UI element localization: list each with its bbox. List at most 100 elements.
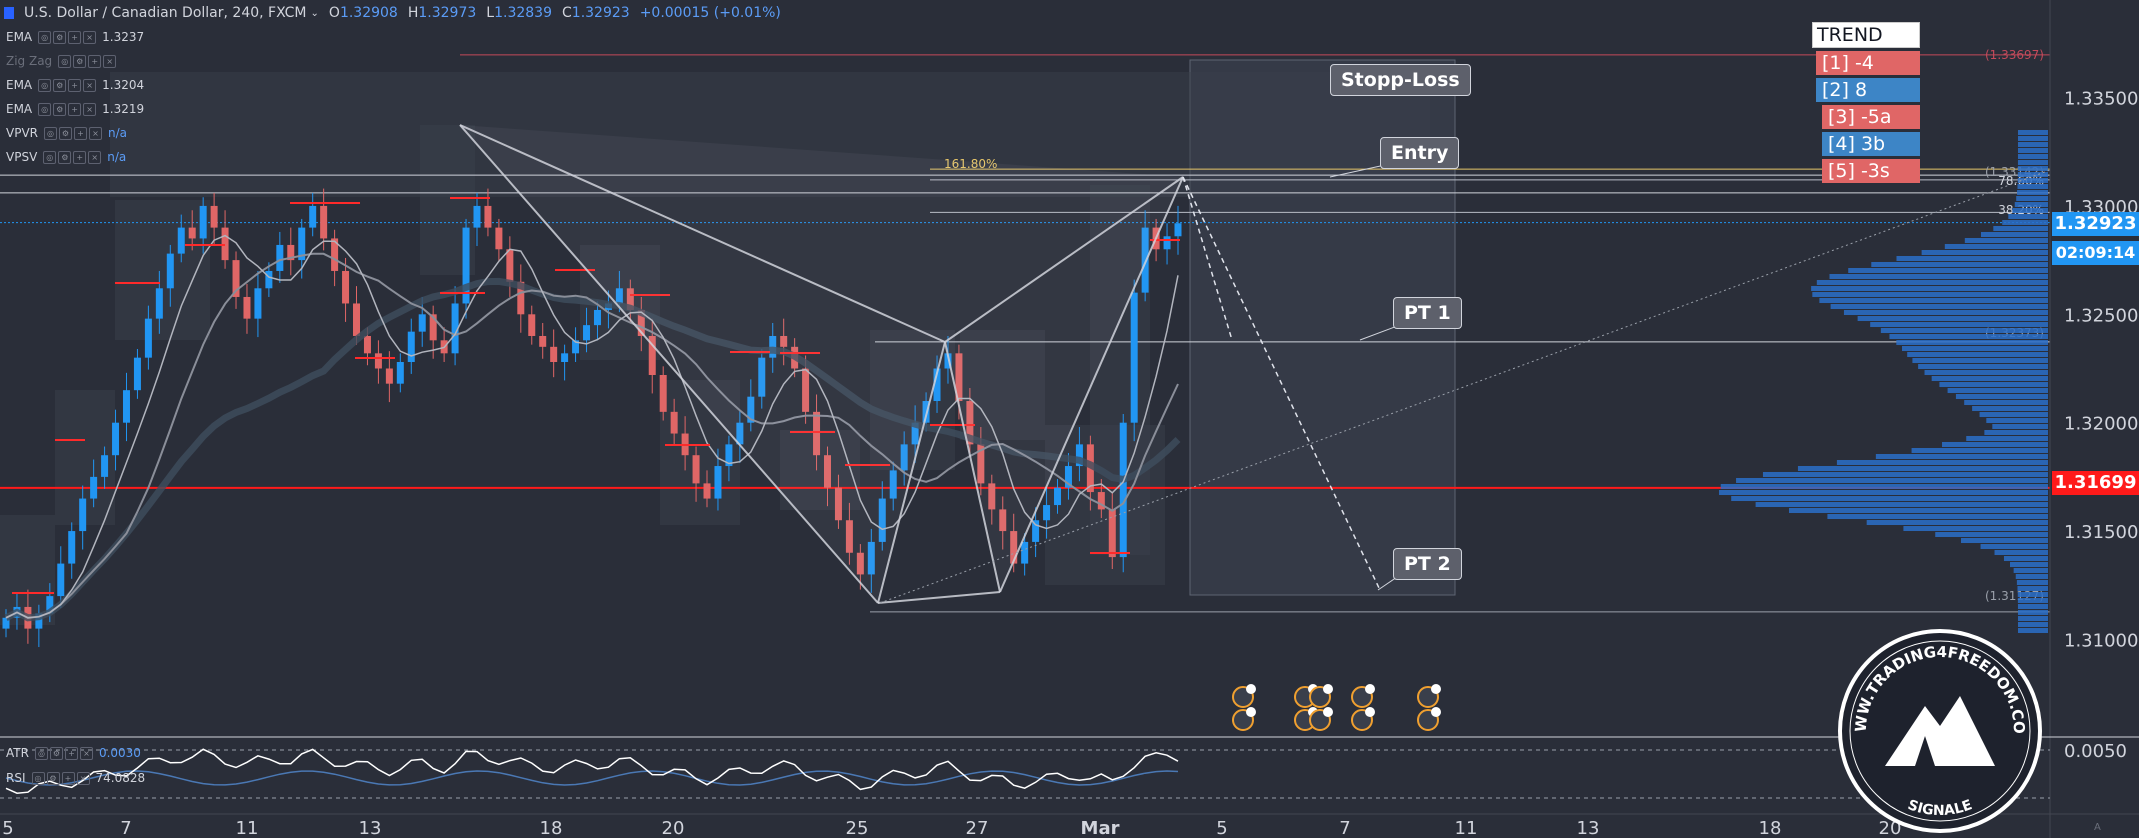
candle-body[interactable] (144, 318, 152, 358)
candle-body[interactable] (495, 227, 503, 250)
candle-body[interactable] (188, 227, 196, 239)
candle-body[interactable] (1174, 223, 1182, 237)
event-count-badge (1365, 684, 1375, 694)
volume-profile-bar (1935, 532, 2048, 537)
atr-value: 0.0030 (98, 746, 141, 760)
pt2-callout[interactable]: PT 2 (1393, 548, 1462, 580)
indicator-name[interactable]: EMA (6, 30, 32, 44)
volume-profile-bar (1939, 382, 2048, 387)
volume-profile-bar (1843, 310, 2048, 315)
volume-profile-bar (1902, 346, 2048, 351)
candle-body[interactable] (1130, 292, 1138, 423)
indicator-controls[interactable]: ◎ ⚙ + × (58, 54, 117, 68)
volume-profile-bar (1880, 328, 2048, 333)
candle-body[interactable] (363, 335, 371, 354)
volume-profile-bar (1829, 274, 2048, 279)
candle-body[interactable] (407, 331, 415, 362)
candle-body[interactable] (385, 368, 393, 384)
rsi-controls[interactable]: ◎ ⚙ + × (31, 771, 90, 785)
candle-body[interactable] (265, 270, 273, 289)
volume-profile-bar (2017, 586, 2048, 591)
atr-controls[interactable]: ◎ ⚙ + × (34, 746, 93, 760)
candle-body[interactable] (528, 314, 536, 336)
candle-body[interactable] (561, 353, 569, 362)
candle-body[interactable] (122, 390, 130, 423)
candle-body[interactable] (57, 563, 65, 597)
candle-body[interactable] (166, 253, 174, 289)
candle-body[interactable] (353, 303, 361, 336)
candle-body[interactable] (101, 455, 109, 477)
volume-profile-bar (1911, 448, 2048, 453)
candle-body[interactable] (506, 249, 514, 282)
indicator-name[interactable]: EMA (6, 102, 32, 116)
symbol-title[interactable]: U.S. Dollar / Canadian Dollar, 240, FXCM (24, 5, 307, 21)
rsi-name[interactable]: RSI (6, 771, 26, 785)
candle-body[interactable] (210, 205, 218, 228)
candle-body[interactable] (309, 205, 317, 228)
candle-body[interactable] (243, 296, 251, 319)
trend-row: [4] 3b (1822, 132, 1920, 156)
candle-body[interactable] (692, 455, 700, 484)
close-label: C (562, 5, 572, 21)
candle-body[interactable] (550, 346, 558, 362)
trend-row: [5] -3s (1822, 159, 1920, 183)
indicator-name[interactable]: VPSV (6, 150, 37, 164)
volume-profile-bar (1972, 406, 2048, 411)
pt1-callout[interactable]: PT 1 (1393, 297, 1462, 329)
candle-body[interactable] (320, 205, 328, 239)
atr-name[interactable]: ATR (6, 746, 29, 760)
volume-profile-bar (2017, 622, 2048, 627)
volume-profile-bar (1964, 400, 2048, 405)
entry-callout[interactable]: Entry (1380, 137, 1460, 169)
x-tick-label: 13 (1577, 818, 1600, 838)
candle-body[interactable] (1043, 505, 1051, 521)
indicator-controls[interactable]: ◎ ⚙ + × (38, 30, 97, 44)
volume-profile-bar (1896, 256, 2048, 261)
candle-body[interactable] (714, 466, 722, 499)
candle-body[interactable] (659, 375, 667, 412)
chart-window[interactable]: 161.80%78.60%38.20%(1.33697)(1.33142)(1.… (0, 0, 2139, 838)
indicator-name[interactable]: EMA (6, 78, 32, 92)
current-price-tag: 1.32923 (2052, 212, 2139, 236)
candle-body[interactable] (1119, 422, 1127, 558)
indicator-name[interactable]: Zig Zag (6, 54, 52, 68)
volume-profile-bar (1762, 472, 2048, 477)
candle-body[interactable] (254, 288, 262, 319)
candle-body[interactable] (583, 325, 591, 341)
candle-body[interactable] (396, 361, 404, 384)
candle-body[interactable] (484, 205, 492, 228)
candle-body[interactable] (133, 357, 141, 391)
auto-scale-label[interactable]: A (2094, 822, 2101, 833)
candle-body[interactable] (112, 422, 120, 456)
stop-loss-callout[interactable]: Stopp-Loss (1330, 64, 1471, 96)
y-tick-label: 1.34000 (2064, 0, 2138, 1)
candle-body[interactable] (276, 244, 284, 271)
candle-body[interactable] (1032, 520, 1040, 542)
candle-body[interactable] (670, 411, 678, 434)
candle-body[interactable] (90, 476, 98, 499)
candle-body[interactable] (1021, 541, 1029, 564)
candle-body[interactable] (418, 314, 426, 332)
candle-body[interactable] (374, 353, 382, 369)
indicator-legend-item: EMA ◎ ⚙ + × 1.3204 (6, 78, 144, 92)
candle-body[interactable] (177, 227, 185, 254)
indicator-value: n/a (108, 126, 128, 140)
candle-body[interactable] (199, 205, 207, 239)
candle-body[interactable] (342, 270, 350, 304)
chevron-down-icon[interactable]: ⌄ (311, 8, 319, 19)
candle-body[interactable] (539, 335, 547, 347)
indicator-controls[interactable]: ◎ ⚙ + × (38, 102, 97, 116)
candle-body[interactable] (68, 531, 76, 564)
candle-body[interactable] (1054, 487, 1062, 506)
indicator-controls[interactable]: ◎ ⚙ + × (43, 150, 102, 164)
candle-body[interactable] (593, 309, 601, 326)
candle-body[interactable] (703, 483, 711, 499)
indicator-controls[interactable]: ◎ ⚙ + × (44, 126, 102, 140)
candle-body[interactable] (79, 498, 87, 532)
candle-body[interactable] (473, 205, 481, 228)
indicator-controls[interactable]: ◎ ⚙ + × (38, 78, 97, 92)
indicator-name[interactable]: VPVR (6, 126, 38, 140)
candle-body[interactable] (221, 227, 229, 261)
candle-body[interactable] (1163, 236, 1171, 250)
candle-body[interactable] (155, 288, 163, 319)
